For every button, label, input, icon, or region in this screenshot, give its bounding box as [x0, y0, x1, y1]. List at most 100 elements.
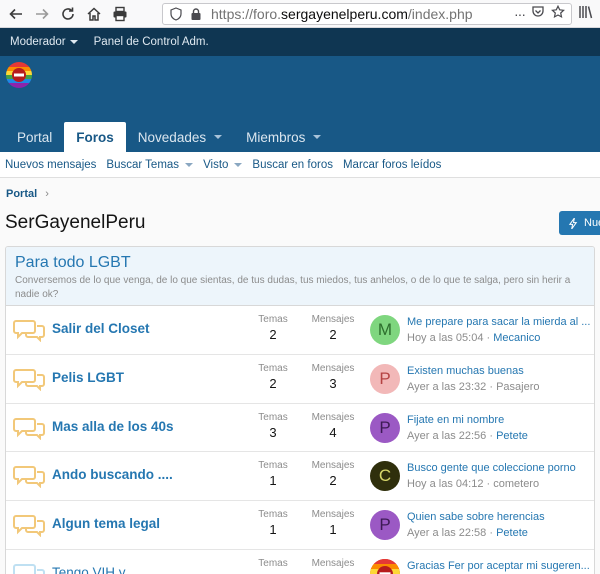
reload-icon[interactable]: [58, 4, 78, 24]
posts-label: Mensajes: [311, 460, 355, 472]
breadcrumb-portal[interactable]: Portal: [6, 188, 37, 200]
tab-forums[interactable]: Foros: [64, 122, 126, 152]
subnav-new-posts[interactable]: Nuevos mensajes: [5, 159, 96, 171]
category-header: Para todo LGBT Conversemos de lo que ven…: [6, 247, 594, 306]
posts-label: Mensajes: [311, 509, 355, 521]
subnav-watched[interactable]: Visto: [203, 159, 243, 171]
library-icon[interactable]: [578, 4, 594, 23]
last-poster-avatar[interactable]: M: [370, 315, 400, 345]
chevron-down-icon[interactable]: [214, 135, 223, 139]
forum-topics-stat: Temas 2: [248, 363, 298, 391]
last-post: Fijate en mi nombre Ayer a las 22:56 · P…: [407, 414, 592, 442]
forum-title[interactable]: Ando buscando ....: [52, 467, 173, 482]
topics-count: 3: [269, 424, 277, 440]
last-post-title[interactable]: Fijate en mi nombre: [407, 414, 592, 426]
posts-label: Mensajes: [311, 411, 355, 423]
last-post-user[interactable]: cometero: [493, 478, 539, 490]
forum-bubbles-icon: [13, 513, 45, 538]
last-post-time[interactable]: Ayer a las 22:56: [407, 430, 486, 442]
forum-posts-stat: Mensajes 2: [308, 460, 358, 488]
topics-label: Temas: [258, 509, 288, 521]
last-poster-avatar[interactable]: P: [370, 363, 400, 394]
forum-posts-stat: Mensajes 1: [308, 509, 358, 537]
avatar-letter: P: [379, 368, 391, 388]
last-post-user[interactable]: Mecanico: [493, 332, 540, 344]
admin-panel-link[interactable]: Panel de Control Adm.: [94, 36, 209, 48]
forward-icon[interactable]: [32, 4, 52, 24]
chevron-down-icon[interactable]: [234, 162, 243, 167]
moderator-menu[interactable]: Moderador: [10, 36, 78, 48]
back-icon[interactable]: [6, 4, 26, 24]
home-icon[interactable]: [84, 4, 104, 24]
last-poster-avatar[interactable]: C: [370, 461, 400, 492]
forum-posts-stat: Mensajes 2: [308, 558, 358, 574]
subnav-mark-read[interactable]: Marcar foros leídos: [343, 159, 441, 171]
forum-posts-stat: Mensajes 4: [308, 412, 358, 440]
last-post: Quien sabe sobre herencias Ayer a las 22…: [407, 511, 592, 539]
last-post-user[interactable]: Petete: [496, 430, 528, 442]
last-post-time[interactable]: Hoy a las 05:04: [407, 332, 483, 344]
forum-title[interactable]: Tengo VIH y ....: [52, 565, 144, 574]
posts-count: 3: [329, 375, 337, 391]
site-logo[interactable]: [6, 62, 32, 88]
chevron-down-icon[interactable]: [185, 162, 194, 167]
forum-row: Algun tema legal Temas 1 Mensajes 1 P Qu…: [6, 501, 594, 550]
forum-list: Salir del Closet Temas 2 Mensajes 2 M Me…: [6, 306, 594, 574]
last-post-title[interactable]: Gracias Fer por aceptar mi sugeren...: [407, 560, 592, 572]
category-title[interactable]: Para todo LGBT: [15, 254, 585, 272]
posts-label: Mensajes: [311, 362, 355, 374]
last-post-title[interactable]: Existen muchas buenas: [407, 365, 592, 377]
avatar-logo: [370, 558, 400, 574]
posts-count: 1: [329, 522, 337, 538]
page-content: Portal › SerGayenelPeru Nue Para todo LG…: [0, 178, 600, 574]
more-actions-icon[interactable]: ···: [514, 6, 526, 22]
last-post-user[interactable]: Pasajero: [496, 381, 539, 393]
tab-members[interactable]: Miembros: [234, 122, 333, 152]
last-poster-avatar[interactable]: P: [370, 412, 400, 443]
last-post-title[interactable]: Busco gente que coleccione porno: [407, 462, 592, 474]
topics-label: Temas: [258, 362, 288, 374]
last-post-title[interactable]: Me prepare para sacar la mierda al ...: [407, 316, 592, 328]
chevron-down-icon[interactable]: [313, 135, 322, 139]
print-icon[interactable]: [110, 4, 130, 24]
posts-count: 2: [329, 327, 337, 342]
last-post-time[interactable]: Ayer a las 22:58: [407, 527, 486, 539]
forum-bubbles-icon: [13, 464, 45, 489]
forum-title[interactable]: Salir del Closet: [52, 321, 150, 336]
forum-topics-stat: Temas 3: [248, 412, 298, 440]
page-info-icon[interactable]: [169, 6, 183, 21]
last-post-title[interactable]: Quien sabe sobre herencias: [407, 511, 592, 523]
staff-bar: Moderador Panel de Control Adm.: [0, 28, 600, 56]
last-poster-avatar[interactable]: [370, 558, 400, 574]
main-nav: Portal Foros Novedades Miembros: [5, 122, 333, 152]
topics-label: Temas: [258, 411, 288, 423]
forum-bubbles-icon: [13, 416, 45, 441]
tab-whats-new[interactable]: Novedades: [126, 122, 234, 152]
pocket-icon[interactable]: [531, 5, 545, 22]
subnav-search-forums[interactable]: Buscar en foros: [252, 159, 333, 171]
bookmark-star-icon[interactable]: [551, 4, 565, 22]
last-post-meta: Ayer a las 23:32 · Pasajero: [407, 381, 592, 393]
forum-title[interactable]: Pelis LGBT: [52, 370, 124, 385]
forum-bubbles-icon: [13, 562, 45, 574]
tab-portal[interactable]: Portal: [5, 122, 64, 152]
forum-row: Tengo VIH y .... Temas 1 Mensajes 2 Grac…: [6, 550, 594, 574]
last-post: Me prepare para sacar la mierda al ... H…: [407, 316, 592, 344]
forum-row: Ando buscando .... Temas 1 Mensajes 2 C …: [6, 452, 594, 502]
new-post-button[interactable]: Nue: [559, 211, 600, 235]
last-post-meta: Hoy a las 05:04 · Mecanico: [407, 332, 592, 344]
topics-count: 1: [269, 522, 277, 538]
forum-posts-stat: Mensajes 2: [308, 314, 358, 342]
forum-topics-stat: Temas 1: [248, 460, 298, 488]
url-bar[interactable]: https://foro.sergayenelperu.com/index.ph…: [162, 2, 572, 25]
forum-title[interactable]: Algun tema legal: [52, 516, 160, 531]
last-post-user[interactable]: Petete: [496, 527, 528, 539]
subnav-search-threads[interactable]: Buscar Temas: [106, 159, 194, 171]
avatar-letter: C: [378, 466, 392, 486]
posts-label: Mensajes: [311, 314, 355, 325]
forum-bubbles-icon: [13, 367, 45, 392]
forum-title[interactable]: Mas alla de los 40s: [52, 419, 174, 434]
last-post-time[interactable]: Hoy a las 04:12: [407, 478, 483, 490]
last-post-time[interactable]: Ayer a las 23:32: [407, 381, 486, 393]
last-poster-avatar[interactable]: P: [370, 510, 400, 541]
